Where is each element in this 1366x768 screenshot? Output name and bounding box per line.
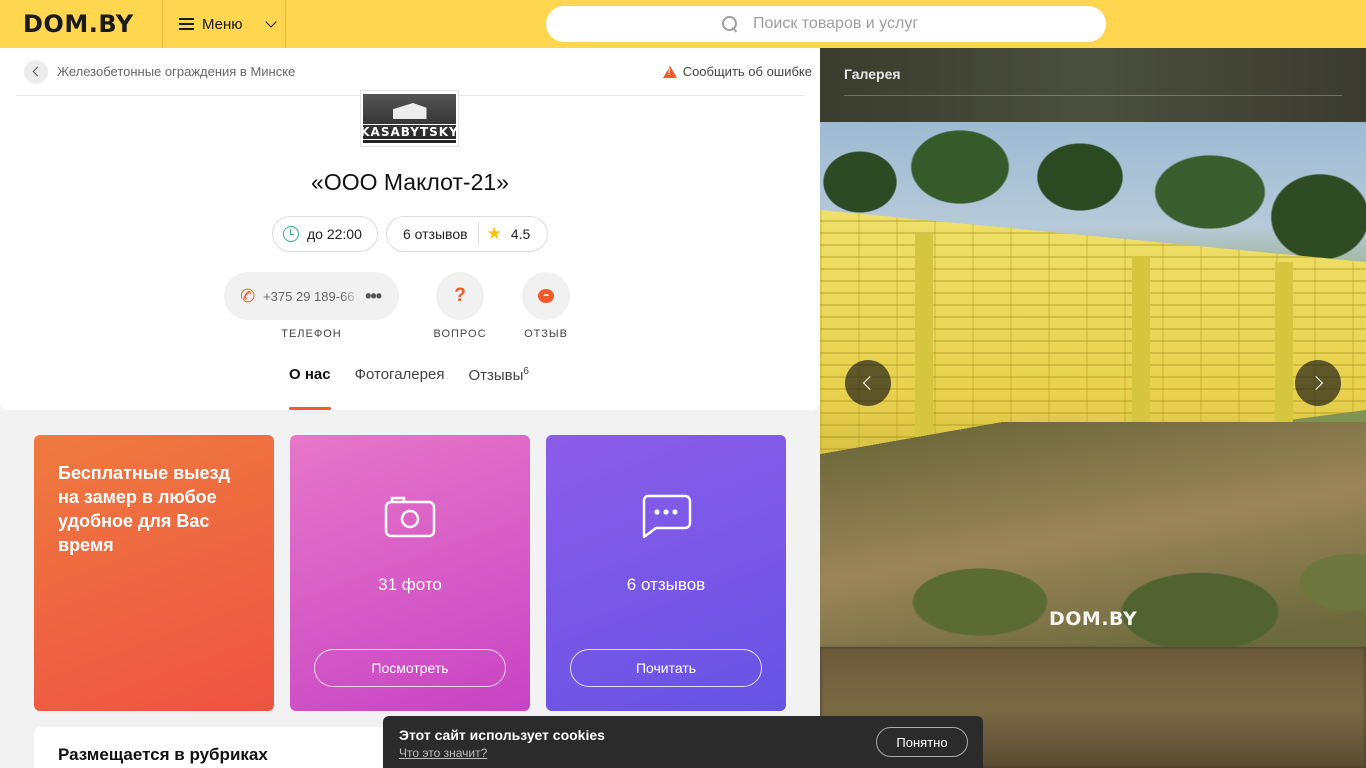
reviews-count: 6 отзывов — [387, 222, 479, 246]
promo-text: Бесплатные выезд на замер в любое удобно… — [58, 463, 230, 555]
clock-icon — [283, 226, 299, 242]
report-error-label: Сообщить об ошибке — [682, 64, 812, 79]
camera-icon — [384, 496, 436, 538]
review-button[interactable] — [522, 272, 570, 320]
gallery-panel: Галерея DOM.BY — [820, 48, 1366, 768]
chevron-down-icon — [264, 16, 277, 28]
cookie-info-link[interactable]: Что это значит? — [399, 746, 487, 760]
back-button[interactable] — [24, 59, 48, 84]
report-error-link[interactable]: Сообщить об ошибке — [662, 64, 812, 79]
more-dots-icon: ••• — [365, 285, 382, 306]
gallery-divider — [844, 95, 1342, 96]
site-logo[interactable]: DOM.BY — [0, 0, 163, 48]
hamburger-icon — [179, 18, 194, 30]
tab-about[interactable]: О нас — [289, 366, 331, 410]
question-label: ВОПРОС — [433, 328, 487, 340]
promo-tile: Бесплатные выезд на замер в любое удобно… — [34, 435, 274, 711]
star-icon: ★ — [486, 224, 502, 243]
reviews-tile: 6 отзывов Почитать — [546, 435, 786, 711]
cookie-accept-button[interactable]: Понятно — [876, 727, 968, 757]
review-label: ОТЗЫВ — [524, 328, 568, 340]
reviews-rating-badge[interactable]: 6 отзывов ★ 4.5 — [386, 216, 548, 252]
rating-value: 4.5 — [510, 226, 531, 242]
gallery-header-bg — [820, 48, 1366, 122]
hours-badge[interactable]: до 22:00 — [272, 216, 378, 252]
gallery-photo[interactable]: DOM.BY — [820, 122, 1366, 647]
gallery-title: Галерея — [844, 66, 901, 82]
warning-icon — [662, 65, 677, 78]
question-icon: ? — [454, 285, 466, 306]
search-input[interactable] — [753, 15, 1053, 33]
phone-icon: ✆ — [238, 284, 257, 307]
tab-photogallery[interactable]: Фотогалерея — [355, 366, 445, 410]
company-name: «ООО Маклот-21» — [311, 169, 509, 195]
tab-about-label: О нас — [289, 366, 331, 383]
tab-reviews-label: Отзывы — [468, 367, 524, 384]
photos-count: 31 фото — [378, 575, 442, 594]
photos-tile: 31 фото Посмотреть — [290, 435, 530, 711]
reviews-tile-count: 6 отзывов — [626, 575, 706, 594]
gallery-next-button[interactable] — [1295, 360, 1341, 406]
menu-label: Меню — [202, 15, 243, 33]
gallery-prev-button[interactable] — [845, 360, 891, 406]
tab-reviews-count: 6 — [523, 366, 529, 377]
read-reviews-button[interactable]: Почитать — [570, 649, 762, 687]
tab-reviews[interactable]: Отзывы6 — [468, 366, 529, 410]
cookie-title: Этот сайт использует cookies — [399, 727, 605, 743]
chevron-right-icon — [1308, 375, 1324, 391]
company-logo-text: KASABYTSKY — [360, 124, 459, 140]
phone-button[interactable]: ✆ +375 29 189-66 ••• — [224, 272, 399, 320]
chat-icon — [642, 494, 692, 539]
hours-text: до 22:00 — [307, 226, 362, 242]
phone-number: +375 29 189-66 — [263, 288, 355, 304]
roof-icon — [392, 103, 427, 119]
photo-watermark: DOM.BY — [1049, 608, 1138, 630]
search-bar[interactable] — [546, 6, 1106, 42]
phone-label: ТЕЛЕФОН — [281, 328, 342, 340]
chevron-left-icon — [862, 375, 878, 391]
chevron-left-icon — [32, 66, 43, 77]
tab-photogallery-label: Фотогалерея — [354, 366, 445, 383]
top-header: DOM.BY Меню — [0, 0, 1366, 48]
tab-bar: О нас Фотогалерея Отзывы6 — [289, 366, 529, 410]
cookie-banner: Этот сайт использует cookies Что это зна… — [383, 716, 983, 768]
menu-button[interactable]: Меню — [163, 0, 286, 48]
company-card: Железобетонные ограждения в Минске Сообщ… — [0, 48, 820, 410]
breadcrumb-link[interactable]: Железобетонные ограждения в Минске — [57, 64, 295, 79]
search-icon — [722, 16, 738, 32]
question-button[interactable]: ? — [436, 272, 484, 320]
company-logo: KASABYTSKY — [360, 90, 459, 147]
view-photos-button[interactable]: Посмотреть — [314, 649, 506, 687]
chat-bubble-icon — [538, 289, 554, 303]
fence-post — [1275, 262, 1293, 427]
